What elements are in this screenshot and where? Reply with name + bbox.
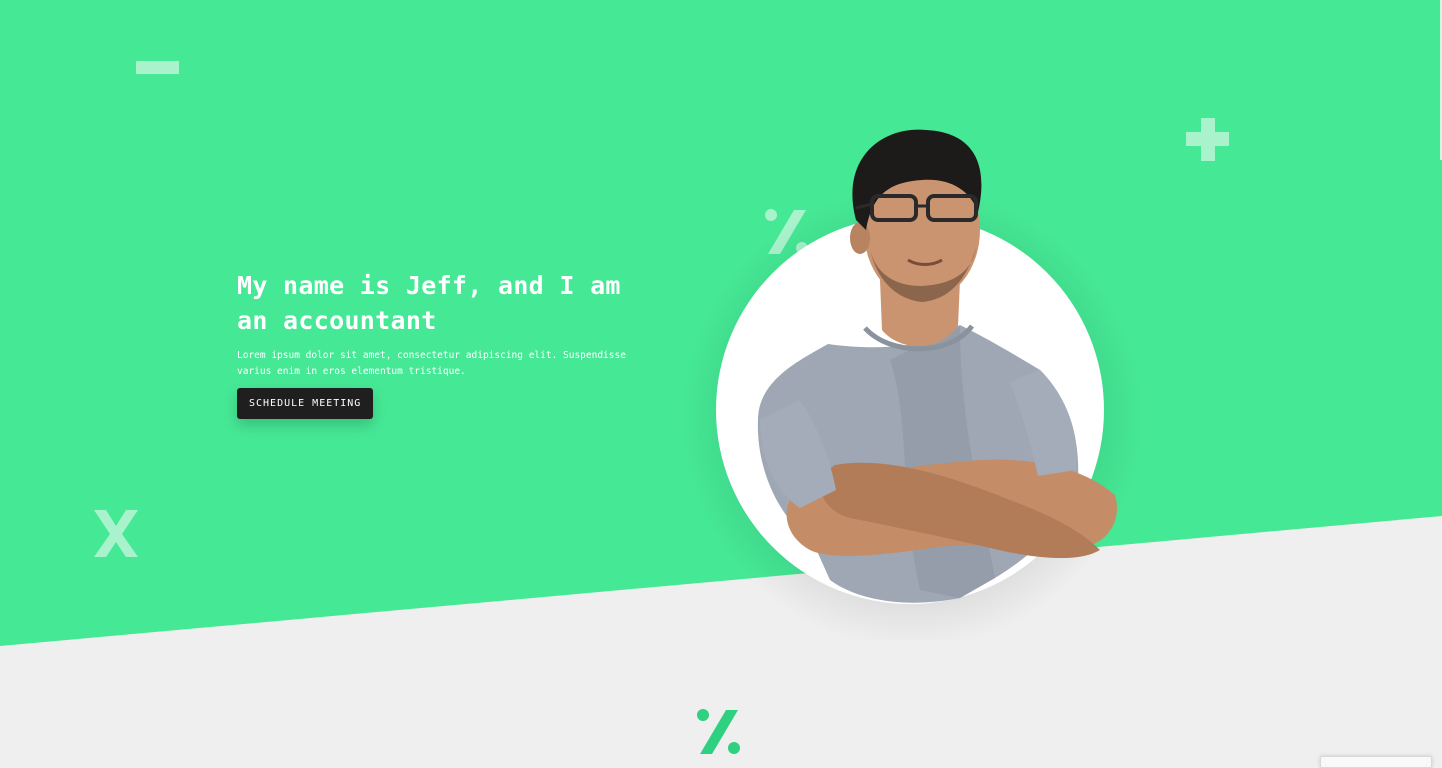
plus-icon	[1186, 118, 1229, 161]
portrait-image	[682, 129, 1142, 640]
recaptcha-badge[interactable]	[1320, 756, 1432, 768]
times-icon	[94, 510, 138, 557]
hero-description: Lorem ipsum dolor sit amet, consectetur …	[237, 350, 626, 377]
schedule-meeting-button[interactable]: SCHEDULE MEETING	[237, 388, 374, 419]
hero-content: My name is Jeff, and I am an accountant …	[237, 268, 637, 419]
minus-icon	[136, 61, 179, 74]
percent-icon	[697, 709, 740, 754]
hero-title: My name is Jeff, and I am an accountant	[237, 271, 621, 335]
